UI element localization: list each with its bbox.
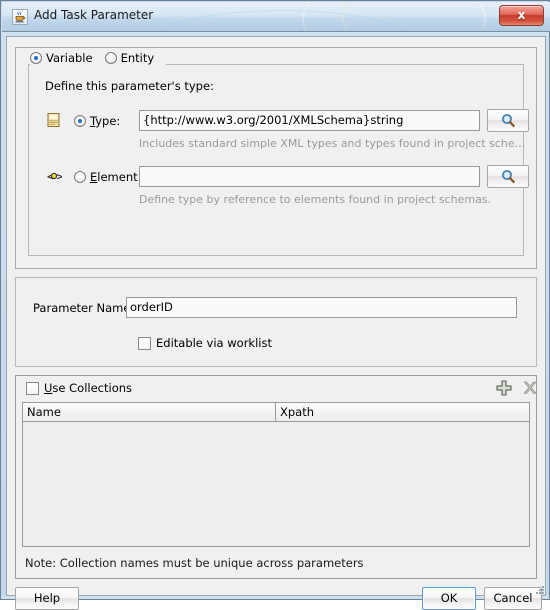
radio-entity[interactable] bbox=[104, 52, 117, 64]
element-browse-button[interactable] bbox=[487, 165, 529, 188]
editable-via-worklist-checkbox[interactable] bbox=[138, 336, 151, 350]
parameter-kind-radio-group: Variable Entity bbox=[30, 51, 167, 65]
titlebar-separator bbox=[2, 31, 550, 32]
ok-button[interactable]: OK bbox=[422, 587, 476, 610]
radio-type-label[interactable]: Type: bbox=[90, 114, 120, 128]
ok-button-label: OK bbox=[440, 591, 458, 605]
type-radio-wrap: Type: bbox=[74, 114, 120, 128]
close-window-button[interactable]: x bbox=[499, 5, 544, 26]
plus-add-icon[interactable] bbox=[495, 379, 513, 397]
use-collections-row: Use Collections bbox=[26, 381, 132, 395]
element-input[interactable] bbox=[139, 166, 480, 187]
parameter-name-label: Parameter Name: bbox=[33, 301, 135, 315]
element-row: < > Element: bbox=[29, 165, 529, 189]
use-collections-label[interactable]: Use Collections bbox=[44, 381, 132, 395]
radio-variable[interactable] bbox=[30, 52, 42, 64]
radio-element[interactable] bbox=[74, 171, 86, 183]
table-column-header-xpath[interactable]: Xpath bbox=[276, 403, 529, 421]
type-hint: Includes standard simple XML types and t… bbox=[139, 137, 526, 150]
collections-table[interactable]: Name Xpath bbox=[22, 402, 530, 547]
delete-cross-icon[interactable] bbox=[521, 379, 539, 397]
table-column-header-name[interactable]: Name bbox=[23, 403, 276, 421]
xml-type-document-icon bbox=[46, 112, 62, 128]
element-hint: Define type by reference to elements fou… bbox=[139, 193, 492, 206]
use-collections-checkbox[interactable] bbox=[26, 381, 39, 395]
xml-element-icon: < > bbox=[46, 168, 64, 184]
element-radio-wrap: Element: bbox=[74, 170, 142, 184]
type-input[interactable]: {http://www.w3.org/2001/XMLSchema}string bbox=[139, 110, 480, 131]
search-magnifier-icon bbox=[502, 170, 515, 184]
search-magnifier-icon bbox=[502, 114, 515, 128]
title-bar[interactable]: Add Task Parameter x bbox=[2, 2, 550, 32]
resize-grip[interactable] bbox=[534, 584, 546, 596]
svg-text:>: > bbox=[56, 173, 62, 183]
type-browse-button[interactable] bbox=[487, 109, 529, 132]
collections-panel: Use Collections Name Xpath Note: Collect… bbox=[15, 375, 537, 579]
radio-type[interactable] bbox=[74, 115, 86, 127]
collections-toolbar: Use Collections bbox=[16, 376, 539, 400]
window-title: Add Task Parameter bbox=[34, 8, 154, 22]
editable-via-worklist-label[interactable]: Editable via worklist bbox=[156, 336, 272, 350]
close-icon: x bbox=[517, 8, 526, 22]
define-type-heading: Define this parameter's type: bbox=[45, 79, 214, 93]
java-coffee-cup-icon bbox=[12, 9, 28, 25]
radio-variable-label[interactable]: Variable bbox=[46, 51, 93, 65]
cancel-button-label: Cancel bbox=[493, 591, 533, 605]
type-row: Type: {http://www.w3.org/2001/XMLSchema}… bbox=[29, 109, 529, 133]
dialog-content: Variable Entity Define this parameter's … bbox=[6, 36, 546, 610]
parameter-name-input[interactable]: orderID bbox=[126, 297, 517, 318]
collections-note: Note: Collection names must be unique ac… bbox=[25, 556, 364, 570]
table-header-row: Name Xpath bbox=[23, 403, 529, 422]
editable-via-worklist-row: Editable via worklist bbox=[138, 336, 272, 350]
help-button-label: Help bbox=[33, 591, 61, 605]
radio-entity-label[interactable]: Entity bbox=[121, 51, 155, 65]
parameter-name-panel: Parameter Name: orderID Editable via wor… bbox=[15, 277, 537, 367]
table-body-empty[interactable] bbox=[23, 422, 529, 546]
help-button[interactable]: Help bbox=[15, 587, 79, 610]
radio-element-label[interactable]: Element: bbox=[90, 170, 142, 184]
define-type-panel: Define this parameter's type: Type: {htt… bbox=[28, 64, 529, 256]
parameter-kind-groupbox: Variable Entity Define this parameter's … bbox=[15, 47, 537, 269]
dialog-window: Add Task Parameter x Variable Entity Def… bbox=[0, 0, 550, 610]
